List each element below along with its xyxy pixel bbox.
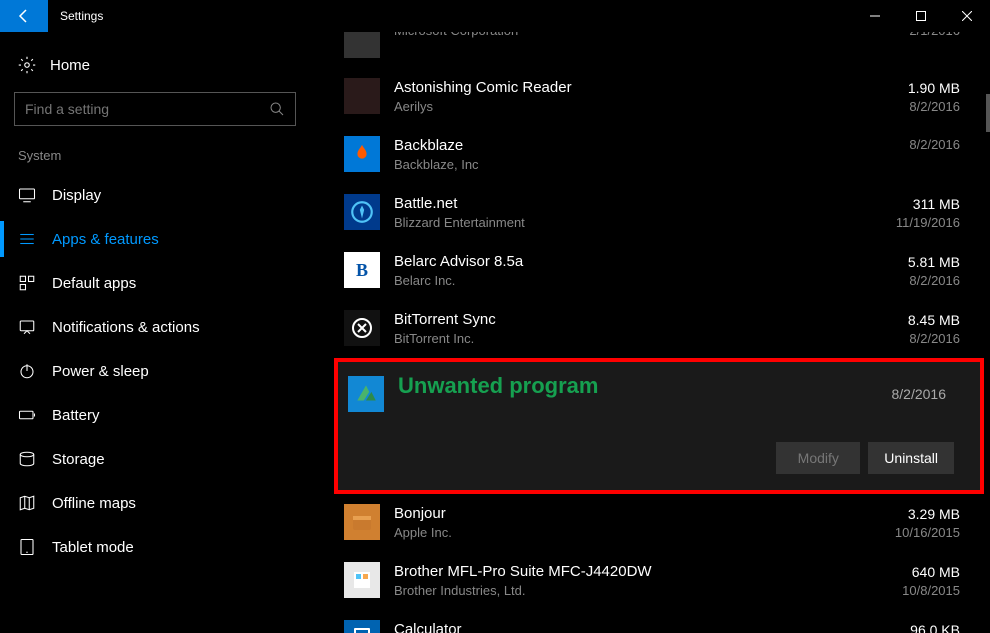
app-row[interactable]: BitTorrent SyncBitTorrent Inc.8.45 MB8/2… [344,300,984,358]
app-size: 5.81 MB [854,252,960,272]
uninstall-button[interactable]: Uninstall [868,442,954,474]
app-icon [344,310,380,346]
battery-icon [18,406,36,424]
app-name: Bonjour [394,504,854,524]
app-icon [348,376,384,412]
app-size: 640 MB [854,562,960,582]
sidebar-item-power-sleep[interactable]: Power & sleep [14,349,296,393]
apps-icon [18,230,36,248]
power-icon [18,362,36,380]
sidebar-item-label: Notifications & actions [52,319,200,336]
app-date: 8/2/2016 [854,330,960,348]
app-size: 311 MB [854,194,960,214]
app-row[interactable]: Astonishing Comic ReaderAerilys1.90 MB8/… [344,68,984,126]
display-icon [18,186,36,204]
maximize-button[interactable] [898,0,944,32]
app-row[interactable]: Microsoft Corporation2/1/2016 [344,32,984,68]
sidebar-item-default-apps[interactable]: Default apps [14,261,296,305]
app-size: 3.29 MB [854,504,960,524]
home-link[interactable]: Home [14,50,296,92]
app-icon [344,194,380,230]
close-button[interactable] [944,0,990,32]
app-row[interactable]: Unwanted program8/2/2016 ModifyUninstall [334,358,984,494]
sidebar-item-label: Tablet mode [52,539,134,556]
home-label: Home [50,57,90,74]
app-icon [344,562,380,598]
search-input[interactable] [25,101,269,117]
sidebar-item-storage[interactable]: Storage [14,437,296,481]
app-date: 8/2/2016 [840,385,946,403]
sidebar-item-notifications[interactable]: Notifications & actions [14,305,296,349]
app-publisher: Brother Industries, Ltd. [394,582,854,600]
sidebar-item-apps-features[interactable]: Apps & features [14,217,296,261]
app-row[interactable]: B Belarc Advisor 8.5aBelarc Inc.5.81 MB8/… [344,242,984,300]
app-icon [344,136,380,172]
app-row[interactable]: Battle.netBlizzard Entertainment311 MB11… [344,184,984,242]
app-publisher: Aerilys [394,98,854,116]
sidebar-item-tablet-mode[interactable]: Tablet mode [14,525,296,569]
sidebar-item-label: Offline maps [52,495,136,512]
app-name: Unwanted program [398,376,840,396]
gear-icon [18,56,36,74]
app-size: 96.0 KB [854,620,960,633]
sidebar-item-battery[interactable]: Battery [14,393,296,437]
tablet-icon [18,538,36,556]
notifications-icon [18,318,36,336]
sidebar-item-offline-maps[interactable]: Offline maps [14,481,296,525]
app-icon [344,504,380,540]
app-size: 1.90 MB [854,78,960,98]
sidebar-item-label: Storage [52,451,105,468]
app-date: 2/1/2016 [854,32,960,40]
scrollbar-thumb[interactable] [986,94,990,132]
app-row[interactable]: Brother MFL-Pro Suite MFC-J4420DWBrother… [344,552,984,610]
sidebar-item-label: Default apps [52,275,136,292]
app-icon [344,32,380,58]
modify-button: Modify [776,442,860,474]
app-icon: B [344,252,380,288]
search-icon [269,101,285,117]
app-size: 8.45 MB [854,310,960,330]
search-input-container[interactable] [14,92,296,126]
app-publisher: Blizzard Entertainment [394,214,854,232]
app-name: Backblaze [394,136,854,156]
app-date: 8/2/2016 [854,98,960,116]
sidebar-item-label: Battery [52,407,100,424]
app-row[interactable]: BackblazeBackblaze, Inc8/2/2016 [344,126,984,184]
sidebar-item-label: Power & sleep [52,363,149,380]
sidebar-group-label: System [14,148,296,163]
app-date: 8/2/2016 [854,272,960,290]
app-icon [344,78,380,114]
app-publisher: BitTorrent Inc. [394,330,854,348]
app-publisher: Backblaze, Inc [394,156,854,174]
app-name: Belarc Advisor 8.5a [394,252,854,272]
minimize-button[interactable] [852,0,898,32]
app-publisher: Belarc Inc. [394,272,854,290]
app-name: Calculator [394,620,854,633]
app-row[interactable]: BonjourApple Inc.3.29 MB10/16/2015 [344,494,984,552]
app-date: 10/8/2015 [854,582,960,600]
app-name: Battle.net [394,194,854,214]
app-date: 8/2/2016 [854,136,960,154]
app-date: 11/19/2016 [854,214,960,232]
app-name: Astonishing Comic Reader [394,78,854,98]
window-title: Settings [48,0,103,32]
sidebar-item-display[interactable]: Display [14,173,296,217]
sidebar-item-label: Apps & features [52,231,159,248]
app-publisher: Apple Inc. [394,524,854,542]
app-name: Brother MFL-Pro Suite MFC-J4420DW [394,562,854,582]
storage-icon [18,450,36,468]
app-row[interactable]: CalculatorMicrosoft Corporation96.0 KB12… [344,610,984,633]
sidebar-item-label: Display [52,187,101,204]
app-publisher: Microsoft Corporation [394,32,854,40]
default-apps-icon [18,274,36,292]
app-date: 10/16/2015 [854,524,960,542]
app-name: BitTorrent Sync [394,310,854,330]
back-button[interactable] [0,0,48,32]
app-icon [344,620,380,633]
maps-icon [18,494,36,512]
